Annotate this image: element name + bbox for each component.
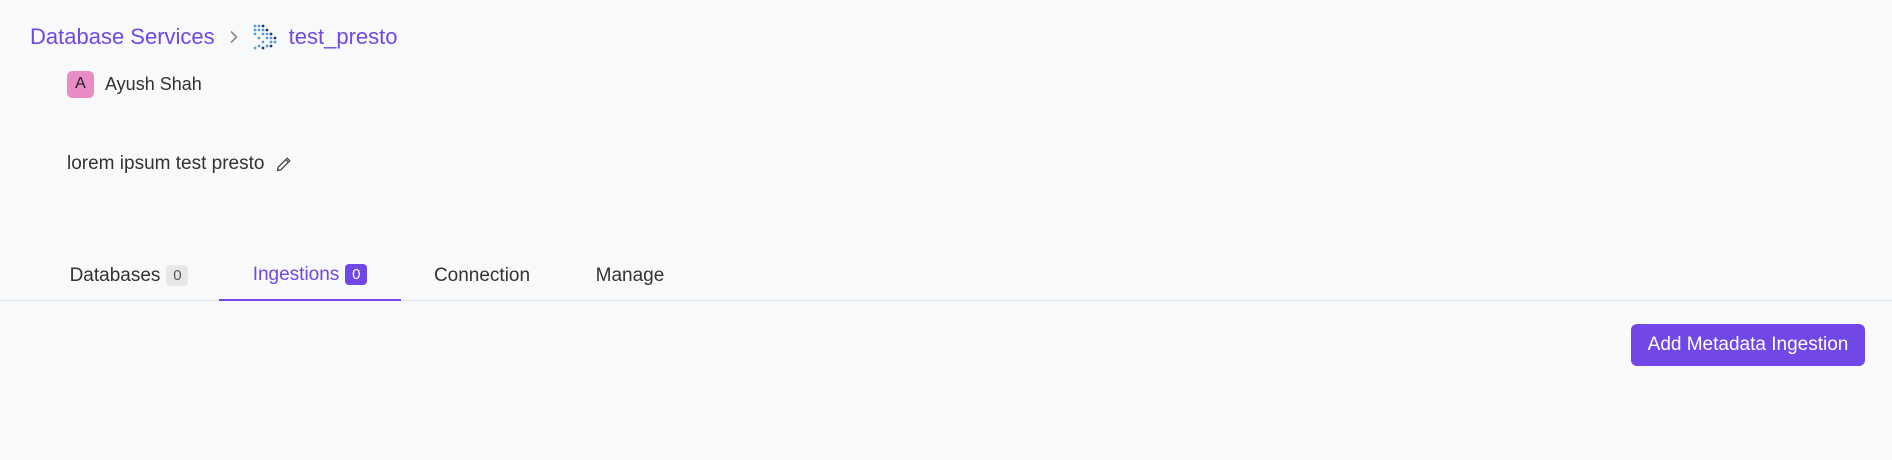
tab-connection[interactable]: Connection: [433, 250, 531, 301]
tab-label: Manage: [595, 264, 665, 286]
tab-databases[interactable]: Databases 0: [67, 250, 191, 301]
breadcrumb-database-services-link[interactable]: Database Services: [30, 24, 215, 50]
tab-count-badge: 0: [166, 265, 189, 286]
service-tabs: Databases 0 Ingestions 0 Connection Mana…: [0, 250, 1892, 301]
chevron-right-icon: [219, 22, 249, 52]
breadcrumb-current-service[interactable]: test_presto: [289, 24, 398, 50]
service-description: lorem ipsum test presto: [67, 150, 293, 178]
description-text: lorem ipsum test presto: [67, 153, 265, 174]
tab-label: Connection: [433, 264, 531, 286]
owner-name[interactable]: Ayush Shah: [105, 74, 202, 95]
tab-ingestions[interactable]: Ingestions 0: [219, 250, 401, 301]
presto-logo-icon: [251, 22, 281, 52]
tab-label: Databases: [69, 264, 161, 286]
owner: A Ayush Shah: [67, 70, 202, 98]
tab-count-badge: 0: [345, 264, 368, 285]
pencil-icon[interactable]: [275, 155, 293, 173]
tab-label: Ingestions: [252, 263, 340, 285]
breadcrumb: Database Services test_presto: [30, 22, 398, 52]
tab-manage[interactable]: Manage: [595, 250, 665, 301]
service-details-page: Database Services test_presto A Ayush Sh…: [0, 0, 1892, 460]
avatar: A: [67, 70, 94, 98]
add-metadata-ingestion-button[interactable]: Add Metadata Ingestion: [1631, 324, 1865, 366]
